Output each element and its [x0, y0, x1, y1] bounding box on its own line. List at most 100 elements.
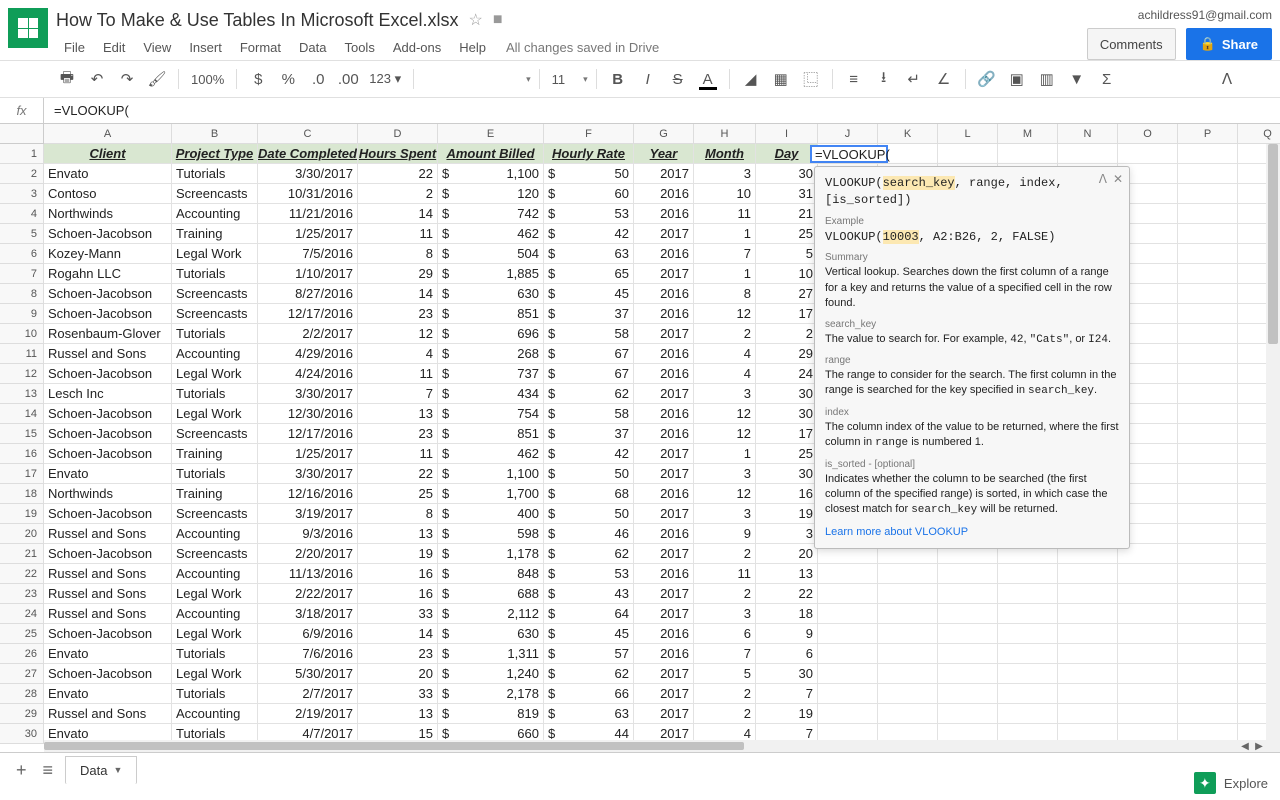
- data-cell[interactable]: $737: [438, 364, 544, 384]
- data-cell[interactable]: Accounting: [172, 524, 258, 544]
- star-icon[interactable]: ☆: [468, 10, 482, 30]
- data-cell[interactable]: 11: [694, 204, 756, 224]
- data-cell[interactable]: Russel and Sons: [44, 704, 172, 724]
- empty-cell[interactable]: [938, 624, 998, 644]
- menu-edit[interactable]: Edit: [95, 36, 133, 59]
- horizontal-scrollbar[interactable]: ◀▶: [44, 740, 1266, 752]
- table-header-cell[interactable]: Amount Billed: [438, 144, 544, 164]
- data-cell[interactable]: 1/10/2017: [258, 264, 358, 284]
- row-header[interactable]: 3: [0, 184, 44, 204]
- data-cell[interactable]: $62: [544, 384, 634, 404]
- data-cell[interactable]: 29: [756, 344, 818, 364]
- empty-cell[interactable]: [1058, 684, 1118, 704]
- data-cell[interactable]: 19: [358, 544, 438, 564]
- explore-button[interactable]: ✦ Explore: [1194, 772, 1268, 794]
- data-cell[interactable]: 22: [756, 584, 818, 604]
- data-cell[interactable]: Russel and Sons: [44, 524, 172, 544]
- empty-cell[interactable]: [1118, 704, 1178, 724]
- data-cell[interactable]: Tutorials: [172, 464, 258, 484]
- empty-cell[interactable]: [998, 644, 1058, 664]
- data-cell[interactable]: $45: [544, 284, 634, 304]
- data-cell[interactable]: Envato: [44, 164, 172, 184]
- data-cell[interactable]: Accounting: [172, 604, 258, 624]
- column-header[interactable]: H: [694, 124, 756, 144]
- empty-cell[interactable]: [1178, 704, 1238, 724]
- document-title[interactable]: How To Make & Use Tables In Microsoft Ex…: [56, 10, 458, 31]
- data-cell[interactable]: $50: [544, 504, 634, 524]
- data-cell[interactable]: $37: [544, 424, 634, 444]
- data-cell[interactable]: 8/27/2016: [258, 284, 358, 304]
- table-header-cell[interactable]: Date Completed: [258, 144, 358, 164]
- data-cell[interactable]: $62: [544, 664, 634, 684]
- data-cell[interactable]: Screencasts: [172, 284, 258, 304]
- data-cell[interactable]: Accounting: [172, 704, 258, 724]
- empty-cell[interactable]: [938, 584, 998, 604]
- data-cell[interactable]: 3: [694, 604, 756, 624]
- data-cell[interactable]: 22: [358, 464, 438, 484]
- decrease-decimal-icon[interactable]: .0: [305, 66, 331, 92]
- empty-cell[interactable]: [1178, 684, 1238, 704]
- data-cell[interactable]: 3/30/2017: [258, 164, 358, 184]
- data-cell[interactable]: 2017: [634, 584, 694, 604]
- data-cell[interactable]: 2/2/2017: [258, 324, 358, 344]
- h-align-icon[interactable]: ≡: [841, 66, 867, 92]
- empty-cell[interactable]: [998, 624, 1058, 644]
- row-header[interactable]: 22: [0, 564, 44, 584]
- empty-cell[interactable]: [818, 604, 878, 624]
- empty-cell[interactable]: [938, 704, 998, 724]
- data-cell[interactable]: 16: [756, 484, 818, 504]
- data-cell[interactable]: $1,885: [438, 264, 544, 284]
- data-cell[interactable]: 2016: [634, 424, 694, 444]
- menu-insert[interactable]: Insert: [181, 36, 230, 59]
- empty-cell[interactable]: [1178, 224, 1238, 244]
- vertical-scrollbar[interactable]: [1266, 144, 1280, 752]
- data-cell[interactable]: 2017: [634, 264, 694, 284]
- empty-cell[interactable]: [1178, 464, 1238, 484]
- data-cell[interactable]: $68: [544, 484, 634, 504]
- data-cell[interactable]: 2017: [634, 604, 694, 624]
- data-cell[interactable]: 17: [756, 424, 818, 444]
- data-cell[interactable]: 2016: [634, 344, 694, 364]
- data-cell[interactable]: $120: [438, 184, 544, 204]
- data-cell[interactable]: 2016: [634, 484, 694, 504]
- data-cell[interactable]: 2017: [634, 444, 694, 464]
- data-cell[interactable]: Envato: [44, 644, 172, 664]
- data-cell[interactable]: 7: [756, 684, 818, 704]
- data-cell[interactable]: 2016: [634, 244, 694, 264]
- data-cell[interactable]: 3/19/2017: [258, 504, 358, 524]
- data-cell[interactable]: $2,178: [438, 684, 544, 704]
- data-cell[interactable]: 24: [756, 364, 818, 384]
- merge-cells-icon[interactable]: ⿺: [798, 66, 824, 92]
- data-cell[interactable]: Schoen-Jacobson: [44, 544, 172, 564]
- empty-cell[interactable]: [998, 144, 1058, 164]
- data-cell[interactable]: Envato: [44, 684, 172, 704]
- data-cell[interactable]: 10: [756, 264, 818, 284]
- data-cell[interactable]: Lesch Inc: [44, 384, 172, 404]
- data-cell[interactable]: $742: [438, 204, 544, 224]
- data-cell[interactable]: 18: [756, 604, 818, 624]
- row-header[interactable]: 4: [0, 204, 44, 224]
- empty-cell[interactable]: [1178, 584, 1238, 604]
- data-cell[interactable]: Schoen-Jacobson: [44, 504, 172, 524]
- row-header[interactable]: 14: [0, 404, 44, 424]
- menu-help[interactable]: Help: [451, 36, 494, 59]
- data-cell[interactable]: Training: [172, 444, 258, 464]
- data-cell[interactable]: 21: [756, 204, 818, 224]
- data-cell[interactable]: Tutorials: [172, 644, 258, 664]
- empty-cell[interactable]: [1178, 484, 1238, 504]
- data-cell[interactable]: 2: [694, 684, 756, 704]
- row-header[interactable]: 28: [0, 684, 44, 704]
- data-cell[interactable]: Schoen-Jacobson: [44, 404, 172, 424]
- data-cell[interactable]: 14: [358, 204, 438, 224]
- empty-cell[interactable]: [1058, 604, 1118, 624]
- data-cell[interactable]: 7: [694, 644, 756, 664]
- row-header[interactable]: 30: [0, 724, 44, 744]
- learn-more-link[interactable]: Learn more about VLOOKUP: [825, 526, 968, 538]
- data-cell[interactable]: 2016: [634, 524, 694, 544]
- data-cell[interactable]: Training: [172, 484, 258, 504]
- column-header[interactable]: J: [818, 124, 878, 144]
- column-header[interactable]: B: [172, 124, 258, 144]
- print-icon[interactable]: 🖶: [54, 66, 80, 92]
- data-cell[interactable]: $63: [544, 704, 634, 724]
- column-header[interactable]: G: [634, 124, 694, 144]
